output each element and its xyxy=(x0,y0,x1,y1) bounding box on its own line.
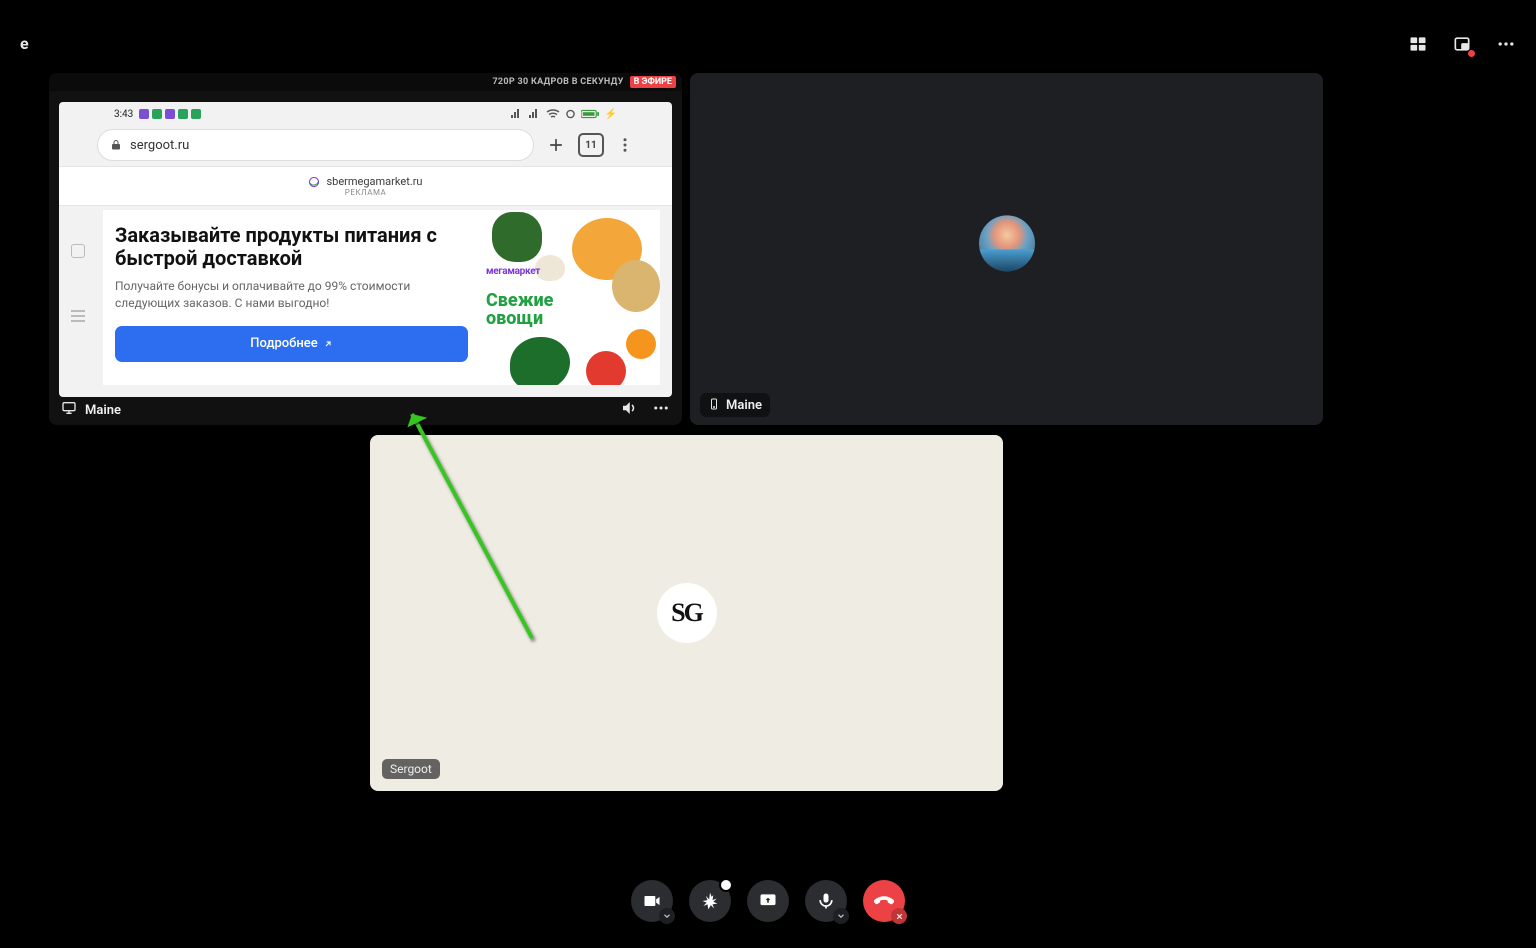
hangup-close-icon[interactable] xyxy=(891,908,907,924)
call-controls xyxy=(631,880,905,922)
ad-body[interactable]: Заказывайте продукты питания с быстрой д… xyxy=(103,210,660,385)
new-tab-icon[interactable] xyxy=(546,135,566,155)
address-bar[interactable]: sergoot.ru xyxy=(97,129,534,161)
fresh-line2: овощи xyxy=(486,310,553,328)
quality-text: 720P 30 КАДРОВ В СЕКУНДУ xyxy=(492,77,623,87)
ad-cta-button[interactable]: Подробнее xyxy=(115,326,468,362)
screen-icon xyxy=(61,400,77,420)
tab-count[interactable]: 11 xyxy=(578,133,604,157)
address-url: sergoot.ru xyxy=(130,138,189,153)
more-icon[interactable] xyxy=(1494,32,1518,56)
ad-headline: Заказывайте продукты питания с быстрой д… xyxy=(115,224,468,270)
brand-logo-icon xyxy=(308,176,320,188)
self-tile[interactable]: SG Sergoot xyxy=(370,435,1003,791)
channel-indicator: е xyxy=(20,34,29,53)
camera-chevron-icon[interactable] xyxy=(659,908,675,924)
ad-cta-label: Подробнее xyxy=(250,336,317,351)
sidebar-checkbox-icon xyxy=(71,244,85,258)
ad-header: sbermegamarket.ru РЕКЛАМА xyxy=(59,166,672,206)
sidebar-menu-icon xyxy=(71,310,85,322)
volume-icon[interactable] xyxy=(620,399,638,421)
megamarket-logo-text: мегамаркет xyxy=(486,266,540,277)
screenshare-button[interactable] xyxy=(747,880,789,922)
browser-menu-icon[interactable] xyxy=(616,136,634,154)
tile-more-icon[interactable] xyxy=(652,399,670,421)
screenshare-tile[interactable]: 720P 30 КАДРОВ В СЕКУНДУ В ЭФИРЕ 3:43 ⚡ xyxy=(49,73,682,425)
device-icon xyxy=(708,396,720,415)
statusbar-app-icons xyxy=(139,109,201,119)
phone-statusbar: 3:43 ⚡ xyxy=(59,106,672,122)
phone-addressbar-row: sergoot.ru 11 xyxy=(97,128,634,162)
activities-button[interactable] xyxy=(689,880,731,922)
mic-chevron-icon[interactable] xyxy=(833,908,849,924)
tile-nametag: Maine xyxy=(700,393,770,417)
activity-indicator xyxy=(719,878,733,892)
grid-view-icon[interactable] xyxy=(1406,32,1430,56)
phone-time: 3:43 xyxy=(114,109,133,120)
external-link-icon xyxy=(323,339,333,349)
avatar xyxy=(979,215,1035,271)
hangup-button[interactable] xyxy=(863,880,905,922)
participant-tile[interactable]: Maine xyxy=(690,73,1323,425)
ad-domain: sbermegamarket.ru xyxy=(326,175,422,188)
tile-footer: Maine xyxy=(49,395,682,425)
self-nametag: Sergoot xyxy=(382,759,440,779)
shared-phone-screen: 3:43 ⚡ sergoot.ru xyxy=(59,102,672,397)
avatar: SG xyxy=(657,583,717,643)
phone-network-icons: ⚡ xyxy=(510,109,617,120)
popout-icon[interactable] xyxy=(1450,32,1474,56)
live-badge: В ЭФИРЕ xyxy=(630,76,676,88)
ad-image: мегамаркет Свежие овощи xyxy=(480,210,660,385)
notification-dot xyxy=(1468,50,1475,57)
ad-label: РЕКЛАМА xyxy=(345,188,386,197)
avatar-initials: SG xyxy=(671,598,702,628)
lock-icon xyxy=(110,136,122,155)
ad-subtext: Получайте бонусы и оплачивайте до 99% ст… xyxy=(115,278,468,312)
stream-quality-bar: 720P 30 КАДРОВ В СЕКУНДУ В ЭФИРЕ xyxy=(49,73,682,91)
participant-name: Maine xyxy=(726,398,762,413)
mic-button[interactable] xyxy=(805,880,847,922)
camera-button[interactable] xyxy=(631,880,673,922)
titlebar: е xyxy=(0,0,1536,58)
participant-name: Maine xyxy=(85,403,121,418)
